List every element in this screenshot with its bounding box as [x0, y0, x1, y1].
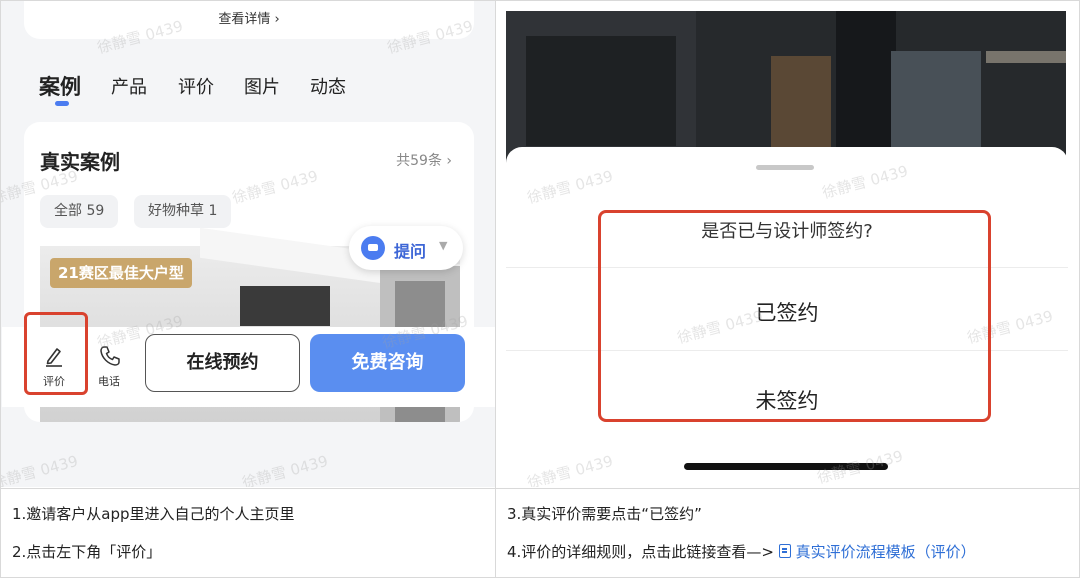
tab-reviews[interactable]: 评价	[178, 73, 214, 99]
sheet-drag-handle[interactable]	[756, 165, 814, 170]
top-card: 查看详情 ›	[24, 1, 474, 39]
free-consult-button[interactable]: 免费咨询	[310, 334, 465, 392]
review-template-link-label: 真实评价流程模板（评价）	[795, 543, 976, 561]
phone-icon	[100, 346, 120, 366]
caption-step-3: 3.真实评价需要点击“已签约”	[507, 505, 702, 523]
phone-button[interactable]: 电话	[89, 343, 129, 395]
filter-chip-goods[interactable]: 好物种草 1	[134, 195, 232, 228]
caption-step-4-text: 4.评价的详细规则，点击此链接查看—>	[507, 543, 774, 561]
section-title: 真实案例	[40, 150, 120, 174]
document-icon	[778, 544, 791, 558]
view-details-link[interactable]: 查看详情 ›	[24, 8, 474, 27]
chat-bubble-icon	[361, 236, 385, 260]
signing-highlight-box	[598, 210, 991, 422]
tab-cases[interactable]: 案例	[39, 71, 81, 101]
ask-question-button[interactable]: 提问 ▼	[349, 226, 463, 270]
row-divider	[0, 488, 1080, 489]
caption-step-1: 1.邀请客户从app里进入自己的个人主页里	[12, 505, 295, 523]
tab-products[interactable]: 产品	[111, 73, 147, 99]
home-indicator	[684, 463, 888, 470]
phone-label: 电话	[98, 375, 120, 388]
caption-step-2: 2.点击左下角「评价」	[12, 543, 162, 561]
award-badge: 21赛区最佳大户型	[50, 258, 192, 288]
case-count-link[interactable]: 共59条 ›	[396, 150, 452, 170]
left-screenshot-panel: 查看详情 › 案例 产品 评价 图片 动态 真实案例 共59条 › 全部 59 …	[1, 1, 495, 487]
tab-updates[interactable]: 动态	[310, 73, 346, 99]
ask-label: 提问	[394, 242, 427, 261]
tab-images[interactable]: 图片	[244, 73, 280, 99]
watermark: 徐静雪 0439	[240, 451, 330, 487]
review-template-link[interactable]: 真实评价流程模板（评价）	[778, 543, 976, 561]
active-tab-indicator	[55, 101, 69, 106]
caption-step-4: 4.评价的详细规则，点击此链接查看—> 真实评价流程模板（评价）	[507, 541, 976, 562]
chevron-down-icon: ▼	[439, 239, 448, 252]
online-booking-button[interactable]: 在线预约	[145, 334, 300, 392]
watermark: 徐静雪 0439	[1, 451, 80, 487]
review-highlight-box	[24, 312, 88, 395]
filter-chip-all[interactable]: 全部 59	[40, 195, 119, 228]
